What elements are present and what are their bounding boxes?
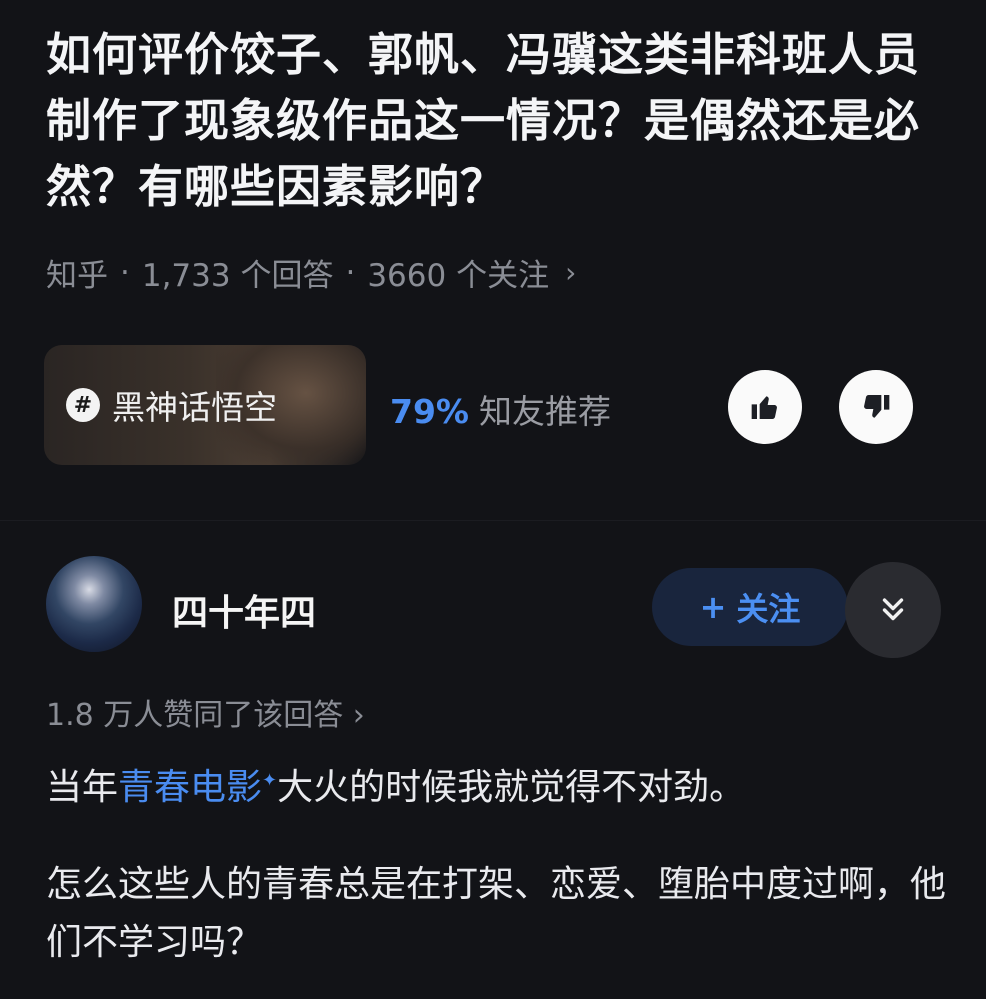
topic-card[interactable]: # 黑神话悟空 [44,345,366,465]
recommend-percent: 79% [390,392,469,431]
follow-label: 关注 [736,590,801,628]
answer-text: 当年 [46,767,119,808]
source-label: 知乎 [46,258,108,294]
question-title[interactable]: 如何评价饺子、郭帆、冯骥这类非科班人员制作了现象级作品这一情况？是偶然还是必然？… [46,22,946,220]
meta-separator: · [120,254,130,291]
follow-button[interactable]: + 关注 [652,568,848,646]
follower-count: 3660 个关注 [367,258,550,294]
answer-text: 大火的时候我就觉得不对劲。 [277,767,746,808]
author-avatar[interactable] [46,556,142,652]
meta-separator: · [345,254,356,291]
likes-summary[interactable]: 1.8 万人赞同了该回答 › [46,690,365,734]
recommend-label: 知友推荐 [479,392,611,431]
thumbs-down-button[interactable] [839,370,913,444]
answer-paragraph: 当年青春电影✦大火的时候我就觉得不对劲。 [46,752,946,817]
section-divider [0,520,986,521]
topic-link[interactable]: 青春电影 [118,767,262,808]
expand-button[interactable] [845,562,941,658]
plus-icon: + [699,588,727,626]
sparkle-icon: ✦ [262,770,278,791]
answer-count: 1,733 个回答 [141,258,334,294]
thumbs-up-icon [751,396,777,419]
thumbs-up-button[interactable] [728,370,802,444]
double-chevron-down-icon [882,598,904,621]
chevron-right-icon: › [565,256,577,289]
topic-name: 黑神话悟空 [112,388,277,427]
author-name[interactable]: 四十年四 [172,584,316,636]
hash-icon: # [66,388,100,422]
question-meta[interactable]: 知乎 · 1,733 个回答 · 3660 个关注 › [46,250,576,295]
thumbs-down-icon [864,395,890,418]
recommend-rate: 79% 知友推荐 [390,385,611,433]
answer-paragraph: 怎么这些人的青春总是在打架、恋爱、堕胎中度过啊，他们不学习吗？ [46,864,947,963]
